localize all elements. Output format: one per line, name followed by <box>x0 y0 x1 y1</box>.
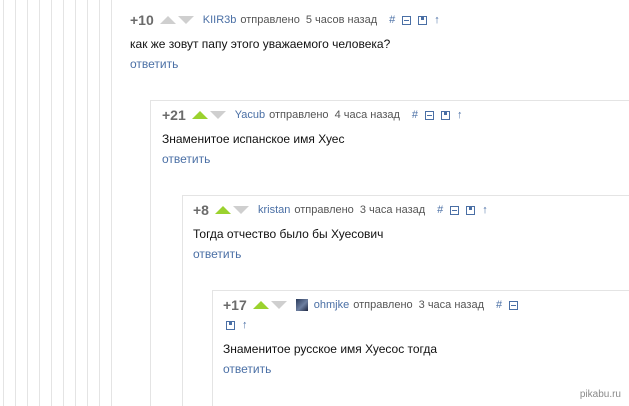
thread-line <box>75 0 76 406</box>
upvote-icon[interactable] <box>191 111 208 119</box>
downvote-icon[interactable] <box>177 16 194 24</box>
comment-actions: # ↑ <box>437 204 495 216</box>
comment-meta-wrap: ↑ <box>226 316 525 334</box>
reply-link[interactable]: ответить <box>130 57 178 71</box>
comment-author[interactable]: ohmjke <box>314 299 349 311</box>
comment: +8 kristan отправлено 3 часа назад # ↑ Т… <box>193 201 495 263</box>
collapse-icon[interactable] <box>425 110 435 120</box>
comment-author[interactable]: Yacub <box>235 109 265 121</box>
reply-link[interactable]: ответить <box>193 247 241 261</box>
comment-meta: +10 KIIR3b отправлено 5 часов назад # ↑ <box>130 11 447 29</box>
comment-meta: +17 ohmjke отправлено 3 часа назад # <box>223 296 525 314</box>
link-icon[interactable]: # <box>496 299 502 311</box>
reply-link[interactable]: ответить <box>223 362 271 376</box>
thread-line <box>51 0 52 406</box>
collapse-icon[interactable] <box>402 15 412 25</box>
comment-text: как же зовут папу этого уважаемого челов… <box>130 37 391 51</box>
thread-divider <box>212 290 629 291</box>
comment-text: Знаменитое испанское имя Хуес <box>162 132 345 146</box>
thread-line <box>27 0 28 406</box>
parent-arrow-icon[interactable]: ↑ <box>434 14 440 26</box>
comment-rating: +10 <box>130 12 154 28</box>
thread-line <box>63 0 64 406</box>
sent-label: отправлено <box>240 14 300 26</box>
comment: +17 ohmjke отправлено 3 часа назад # ↑ З… <box>223 296 525 378</box>
save-icon[interactable] <box>466 205 476 215</box>
comment-rating: +8 <box>193 202 209 218</box>
comment-time: 3 часа назад <box>418 299 485 311</box>
link-icon[interactable]: # <box>437 204 443 216</box>
parent-arrow-icon[interactable]: ↑ <box>242 319 248 331</box>
sent-label: отправлено <box>294 204 354 216</box>
comment: +10 KIIR3b отправлено 5 часов назад # ↑ … <box>130 11 447 73</box>
sent-label: отправлено <box>353 299 413 311</box>
comment-meta: +21 Yacub отправлено 4 часа назад # ↑ <box>162 106 470 124</box>
comment-text: Знаменитое русское имя Хуесос тогда <box>223 342 438 356</box>
comment-meta: +8 kristan отправлено 3 часа назад # ↑ <box>193 201 495 219</box>
upvote-icon[interactable] <box>252 301 269 309</box>
parent-arrow-icon[interactable]: ↑ <box>457 109 463 121</box>
thread-divider <box>182 195 629 196</box>
watermark: pikabu.ru <box>579 389 621 400</box>
thread-divider <box>150 100 629 101</box>
thread-line <box>3 0 4 406</box>
collapse-icon[interactable] <box>509 300 519 310</box>
avatar[interactable] <box>295 299 308 311</box>
comment-time: 4 часа назад <box>334 109 400 121</box>
save-icon[interactable] <box>441 110 451 120</box>
reply-link[interactable]: ответить <box>162 152 210 166</box>
thread-line <box>150 100 151 406</box>
comment: +21 Yacub отправлено 4 часа назад # ↑ Зн… <box>162 106 470 168</box>
thread-line <box>99 0 100 406</box>
sent-label: отправлено <box>269 109 329 121</box>
comment-actions: # ↑ <box>389 14 447 26</box>
comment-text: Тогда отчество было бы Хуесович <box>193 227 384 241</box>
save-icon[interactable] <box>226 320 235 330</box>
thread-line <box>182 195 183 406</box>
thread-line <box>15 0 16 406</box>
comment-author[interactable]: KIIR3b <box>203 14 237 26</box>
comment-time: 3 часа назад <box>359 204 426 216</box>
link-icon[interactable]: # <box>412 109 418 121</box>
downvote-icon[interactable] <box>270 301 287 309</box>
comment-actions: # <box>496 299 525 311</box>
thread-line <box>212 290 213 406</box>
thread-line <box>111 0 112 406</box>
upvote-icon[interactable] <box>214 206 231 214</box>
collapse-icon[interactable] <box>450 205 460 215</box>
downvote-icon[interactable] <box>232 206 249 214</box>
comment-time: 5 часов назад <box>305 14 378 26</box>
comment-rating: +17 <box>223 297 247 313</box>
parent-arrow-icon[interactable]: ↑ <box>482 204 488 216</box>
upvote-icon[interactable] <box>159 16 176 24</box>
save-icon[interactable] <box>418 15 428 25</box>
comment-rating: +21 <box>162 107 186 123</box>
thread-line <box>87 0 88 406</box>
thread-line <box>39 0 40 406</box>
downvote-icon[interactable] <box>209 111 226 119</box>
comment-actions: # ↑ <box>412 109 470 121</box>
link-icon[interactable]: # <box>389 14 395 26</box>
comment-author[interactable]: kristan <box>258 204 290 216</box>
